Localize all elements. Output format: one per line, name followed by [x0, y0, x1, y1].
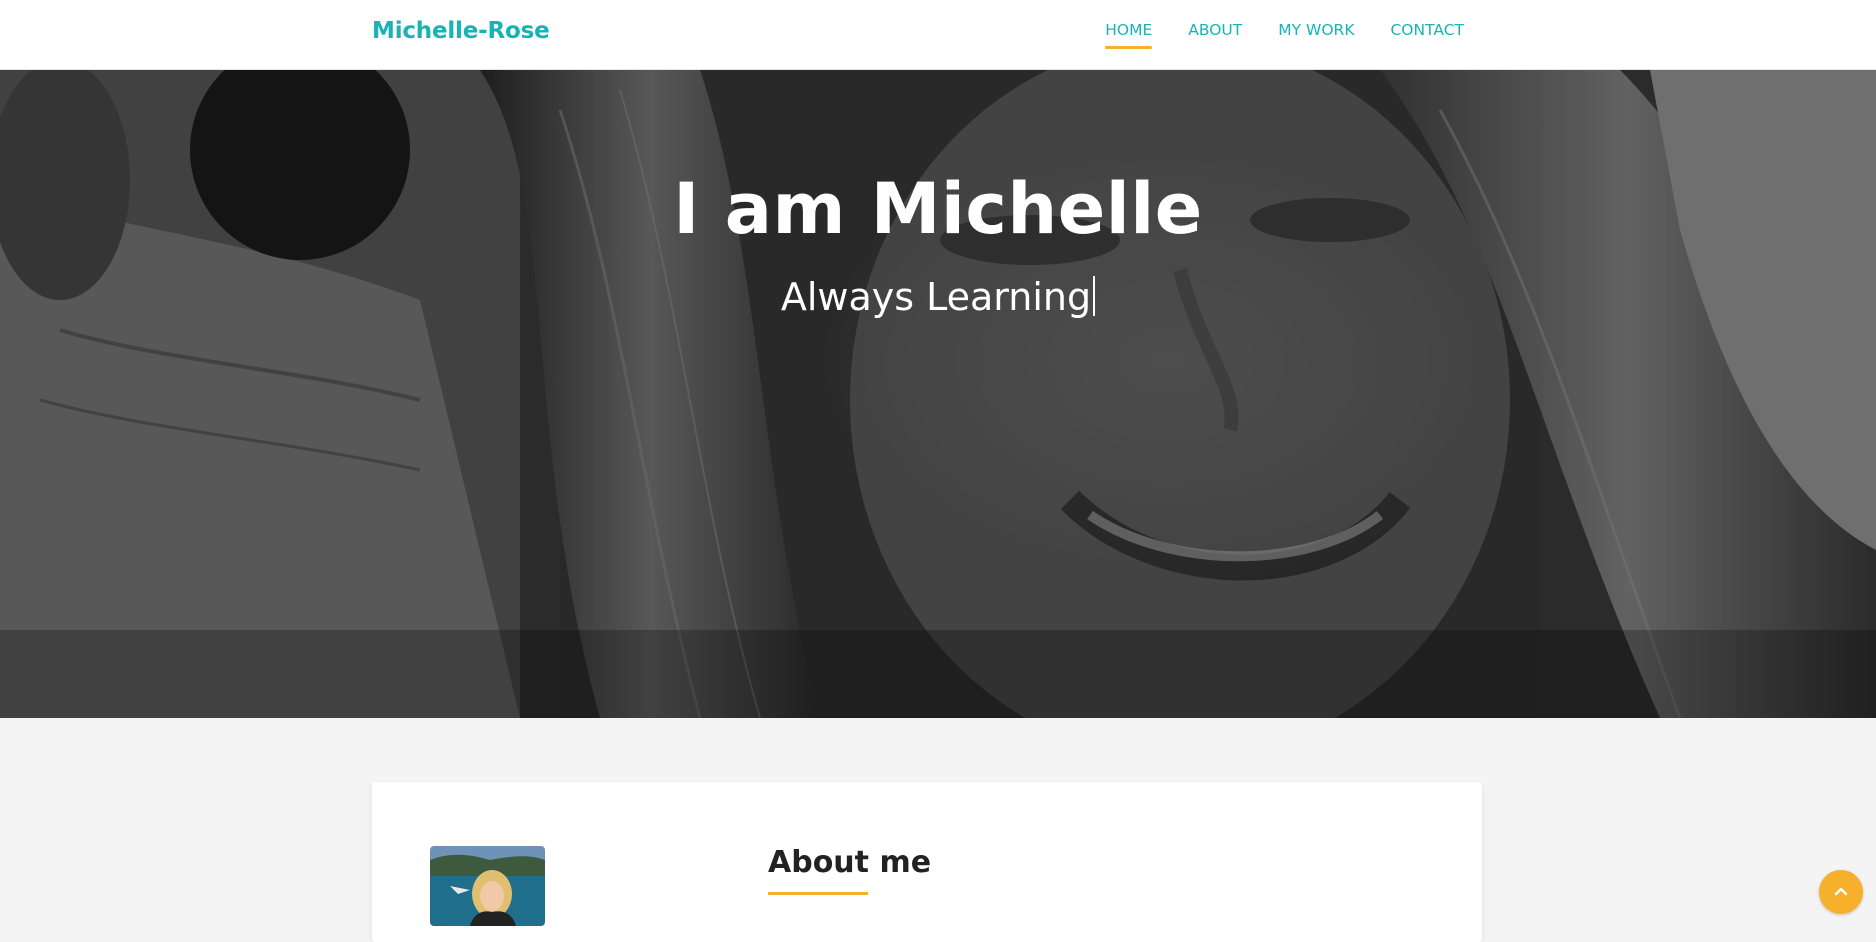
hero-section: I am Michelle Always Learning [0, 70, 1876, 718]
navbar: Michelle-Rose HOME ABOUT MY WORK CONTACT [0, 0, 1876, 70]
nav-link-home[interactable]: HOME [1105, 21, 1153, 49]
chevron-up-icon [1834, 887, 1848, 896]
nav-link-contact[interactable]: CONTACT [1390, 21, 1464, 49]
profile-photo-image [430, 846, 545, 926]
profile-photo [430, 846, 545, 926]
hero-subtitle: Always Learning [780, 275, 1092, 319]
nav-link-about[interactable]: ABOUT [1188, 21, 1242, 49]
back-to-top-button[interactable] [1819, 870, 1863, 914]
hero-subtitle-container: Always Learning [0, 275, 1876, 319]
nav-link-my-work[interactable]: MY WORK [1278, 21, 1354, 49]
nav-menu: HOME ABOUT MY WORK CONTACT [1105, 21, 1464, 49]
about-card: About me [372, 782, 1482, 942]
typing-cursor [1093, 276, 1096, 316]
brand-logo[interactable]: Michelle-Rose [372, 18, 550, 44]
about-heading-underline [768, 892, 868, 895]
about-heading: About me [768, 845, 932, 880]
hero-title: I am Michelle [673, 168, 1203, 250]
